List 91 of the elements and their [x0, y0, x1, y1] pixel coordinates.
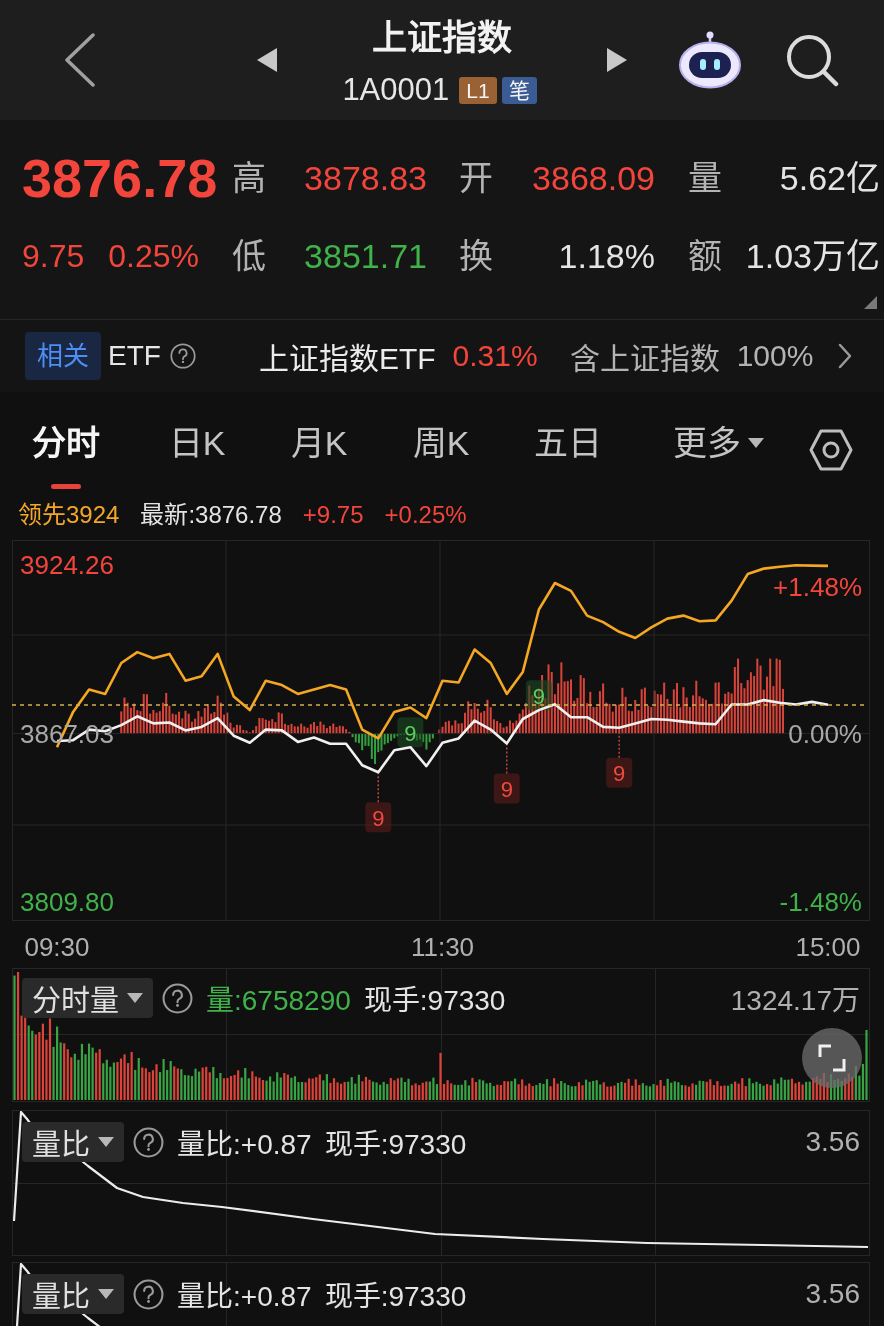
- indicator-reading: 量比:+0.87: [177, 1128, 312, 1162]
- annotation: 9: [613, 761, 626, 787]
- assistant-button[interactable]: [678, 31, 742, 89]
- expand-icon: [817, 1043, 847, 1073]
- leader-line: [618, 727, 620, 759]
- chart-tab[interactable]: 周K: [376, 407, 506, 493]
- axis-percent-label: +1.48%: [773, 572, 862, 603]
- next-stock-button[interactable]: [607, 48, 627, 72]
- help-icon[interactable]: [162, 982, 193, 1014]
- holding-label: 含上证指数: [569, 341, 720, 377]
- robot-icon: [678, 31, 742, 89]
- chevron-right-icon[interactable]: [838, 343, 852, 369]
- chart-reading: +9.75: [302, 499, 364, 530]
- stat-value: 3868.09: [532, 158, 655, 198]
- expand-button[interactable]: [802, 1028, 862, 1088]
- market-tag: 笔: [501, 76, 537, 104]
- stat-label: 开: [459, 158, 493, 198]
- annotation: 9: [500, 776, 513, 802]
- caret-down-icon: [747, 438, 764, 448]
- stat-label: 量: [688, 158, 722, 198]
- holding-value: 100%: [736, 339, 814, 373]
- signal-tag: 9: [606, 757, 633, 788]
- stat-label: 高: [232, 158, 266, 198]
- chart-tab[interactable]: 分时: [0, 407, 132, 493]
- back-icon: [64, 33, 96, 87]
- stock-name: 上证指数: [372, 17, 512, 59]
- fund-change: 0.31%: [452, 339, 538, 373]
- chart-tab[interactable]: 日K: [132, 407, 262, 493]
- market-tag: L1: [459, 76, 497, 104]
- indicator-reading: 现手:97330: [324, 1280, 467, 1314]
- help-icon[interactable]: [133, 1278, 164, 1310]
- axis-percent-label: 0.00%: [788, 718, 862, 749]
- axis-percent-label: -1.48%: [779, 887, 862, 918]
- caret-down-icon: [98, 1289, 114, 1299]
- signal-tag: 9: [397, 717, 424, 748]
- stat-label: 低: [232, 236, 266, 276]
- scale-max-label: 1324.17万: [730, 984, 860, 1018]
- caret-down-icon: [127, 993, 143, 1003]
- chart-reading: 最新:3876.78: [140, 499, 282, 530]
- last-price: 3876.78: [22, 148, 218, 208]
- signal-tag: 9: [365, 802, 392, 833]
- stat-label: 换: [459, 236, 493, 276]
- search-button[interactable]: [785, 33, 839, 87]
- scale-max-label: 3.56: [805, 1278, 860, 1310]
- annotation: 9: [372, 805, 385, 831]
- stat-value: 3851.71: [304, 236, 427, 276]
- indicator-dropdown[interactable]: 量比: [22, 1122, 124, 1162]
- scale-max-label: 3.56: [805, 1126, 860, 1158]
- leader-line: [377, 771, 379, 803]
- indicator-reading: 量比:+0.87: [177, 1280, 312, 1314]
- chart-reading: 领先3924: [18, 499, 120, 530]
- back-button[interactable]: [64, 33, 96, 87]
- related-label: ETF: [108, 340, 161, 372]
- fund-name[interactable]: 上证指数ETF: [258, 334, 436, 378]
- indicator-reading: 现手:97330: [324, 1128, 467, 1162]
- triangle-right-icon: [607, 48, 627, 72]
- leader-line: [506, 742, 508, 775]
- annotation: 9: [404, 720, 417, 746]
- axis-price-label: 3809.80: [20, 887, 114, 918]
- stat-label: 额: [688, 236, 722, 276]
- price-change: 9.75: [22, 237, 85, 276]
- chart-tab[interactable]: 更多: [630, 407, 806, 493]
- indicator-dropdown[interactable]: 量比: [22, 1274, 124, 1314]
- stat-value: 5.62亿: [779, 158, 880, 198]
- time-axis-label: 09:30: [24, 932, 90, 962]
- percent-change: 0.25%: [108, 237, 199, 276]
- stat-value: 1.03万亿: [745, 236, 880, 276]
- chart-tab[interactable]: 五日: [506, 407, 630, 493]
- indicator-dropdown[interactable]: 分时量: [22, 978, 153, 1018]
- signal-tag: 9: [493, 773, 520, 804]
- settings-icon: [809, 429, 853, 471]
- previous-stock-button[interactable]: [257, 48, 277, 72]
- search-icon: [785, 33, 839, 87]
- indicator-reading: 现手:97330: [363, 984, 506, 1018]
- caret-down-icon: [98, 1137, 114, 1147]
- related-tag: 相关: [25, 332, 101, 380]
- stat-value: 3878.83: [304, 158, 427, 198]
- annotation: 9: [532, 683, 545, 709]
- signal-tag: 9: [525, 680, 552, 711]
- stock-code: 1A0001: [342, 71, 450, 109]
- stat-value: 1.18%: [558, 236, 655, 276]
- triangle-left-icon: [257, 48, 277, 72]
- indicator-reading: 量:6758290: [206, 984, 351, 1018]
- time-axis-label: 11:30: [410, 932, 475, 962]
- time-axis-label: 15:00: [795, 932, 861, 962]
- chart-tab[interactable]: 月K: [262, 407, 376, 493]
- corner-triangle-icon[interactable]: [864, 296, 877, 309]
- help-icon[interactable]: [169, 343, 196, 369]
- axis-price-label: 3924.26: [20, 550, 114, 581]
- help-icon[interactable]: [133, 1126, 164, 1158]
- chart-reading: +0.25%: [384, 499, 467, 530]
